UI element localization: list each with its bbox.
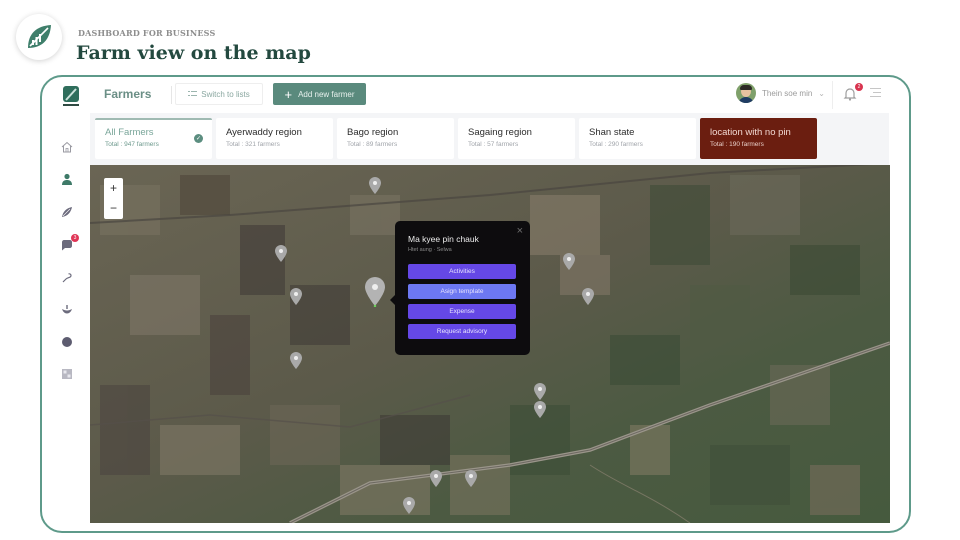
map-pin-icon[interactable] bbox=[429, 469, 443, 488]
sidebar-item-plants[interactable] bbox=[59, 301, 75, 317]
slide-title: Farm view on the map bbox=[76, 42, 311, 64]
plus-icon: + bbox=[284, 86, 293, 102]
user-name: Thein soe min bbox=[762, 88, 813, 98]
farmer-popup: × Ma kyee pin chauk Htet aung · Selwa Ac… bbox=[390, 221, 530, 355]
map-pin-icon[interactable] bbox=[533, 382, 547, 401]
tab-sagaing-region[interactable]: Sagaing region Total : 57 farmers bbox=[458, 118, 575, 159]
tab-name: Sagaing region bbox=[468, 127, 532, 138]
map-pin-icon[interactable] bbox=[289, 287, 303, 306]
map-pin-icon[interactable] bbox=[402, 496, 416, 515]
app-frame: Farmers Switch to lists + Add new farmer… bbox=[40, 75, 911, 533]
check-circle-icon: ✓ bbox=[194, 134, 203, 143]
map-pin-icon[interactable] bbox=[274, 244, 288, 263]
map-pin-icon[interactable] bbox=[464, 469, 478, 488]
avatar bbox=[736, 83, 757, 103]
brand-logo bbox=[16, 14, 62, 60]
sidebar-item-messages[interactable]: 3 bbox=[59, 234, 79, 253]
tab-total: Total : 947 farmers bbox=[105, 141, 159, 148]
close-icon[interactable]: × bbox=[517, 225, 523, 237]
farmer-name: Ma kyee pin chauk bbox=[408, 234, 479, 244]
switch-to-lists-button[interactable]: Switch to lists bbox=[175, 83, 263, 105]
hamburger-menu-icon[interactable] bbox=[870, 88, 881, 100]
map-pin-icon[interactable] bbox=[533, 400, 547, 419]
map-pin-icon[interactable] bbox=[581, 287, 595, 306]
request-advisory-button[interactable]: Request advisory bbox=[408, 324, 516, 339]
expense-button[interactable]: Expense bbox=[408, 304, 516, 319]
leaf-chart-icon bbox=[28, 25, 51, 48]
messages-badge: 3 bbox=[71, 234, 79, 242]
assign-template-button[interactable]: Asign template bbox=[408, 284, 516, 299]
tab-shan-state[interactable]: Shan state Total : 290 farmers bbox=[579, 118, 696, 159]
farmer-subtitle: Htet aung · Selwa bbox=[408, 247, 452, 253]
list-icon bbox=[188, 91, 198, 96]
tab-total: Total : 89 farmers bbox=[347, 141, 398, 148]
tab-bago-region[interactable]: Bago region Total : 89 farmers bbox=[337, 118, 454, 159]
tab-total: Total : 57 farmers bbox=[468, 141, 519, 148]
map-pin-icon[interactable] bbox=[368, 176, 382, 195]
pie-chart-icon bbox=[62, 337, 72, 347]
app-logo-icon bbox=[63, 86, 79, 106]
top-bar: Farmers Switch to lists + Add new farmer… bbox=[90, 77, 909, 113]
tab-all-farmers[interactable]: All Farmers Total : 947 farmers ✓ bbox=[95, 118, 212, 159]
tab-ayerwaddy-region[interactable]: Ayerwaddy region Total : 321 farmers bbox=[216, 118, 333, 159]
user-icon bbox=[62, 173, 72, 185]
slide-eyebrow: DASHBOARD FOR BUSINESS bbox=[78, 28, 216, 38]
divider bbox=[171, 86, 172, 104]
sickle-icon bbox=[62, 273, 72, 283]
map-pin-icon[interactable] bbox=[562, 252, 576, 271]
add-new-farmer-label: Add new farmer bbox=[298, 89, 355, 99]
tab-total: Total : 290 farmers bbox=[589, 141, 643, 148]
tab-name: location with no pin bbox=[710, 127, 791, 138]
sidebar-item-home[interactable] bbox=[59, 139, 75, 155]
tab-location-with-no-pin[interactable]: location with no pin Total : 190 farmers bbox=[700, 118, 817, 159]
chevron-down-icon: ⌄ bbox=[818, 88, 825, 98]
tab-total: Total : 190 farmers bbox=[710, 141, 764, 148]
user-menu[interactable]: Thein soe min ⌄ bbox=[736, 83, 825, 103]
app-logo[interactable] bbox=[60, 85, 82, 109]
divider bbox=[832, 81, 833, 109]
selected-map-pin-icon[interactable] bbox=[364, 276, 386, 307]
activities-button[interactable]: Activities bbox=[408, 264, 516, 279]
map-zoom-control: + − bbox=[104, 178, 123, 219]
sidebar-item-crops[interactable] bbox=[59, 204, 75, 220]
satellite-map[interactable]: + − × Ma kyee pin chauk Htet aung · Selw… bbox=[90, 165, 890, 523]
sidebar-item-tools[interactable] bbox=[59, 270, 75, 286]
region-tabs: All Farmers Total : 947 farmers ✓ Ayerwa… bbox=[90, 113, 889, 165]
sidebar-item-farmers[interactable] bbox=[59, 171, 75, 187]
leaf-icon bbox=[62, 207, 72, 217]
home-icon bbox=[61, 141, 73, 153]
seedling-icon bbox=[62, 305, 72, 314]
zoom-out-button[interactable]: − bbox=[104, 198, 123, 218]
zoom-in-button[interactable]: + bbox=[104, 178, 123, 198]
tab-total: Total : 321 farmers bbox=[226, 141, 280, 148]
tab-name: Shan state bbox=[589, 127, 635, 138]
sidebar-item-reports[interactable] bbox=[59, 334, 75, 350]
page-title: Farmers bbox=[104, 87, 152, 101]
add-new-farmer-button[interactable]: + Add new farmer bbox=[273, 83, 366, 105]
tab-name: All Farmers bbox=[105, 127, 154, 138]
map-pin-icon[interactable] bbox=[289, 351, 303, 370]
qr-code-icon bbox=[62, 369, 72, 379]
sidebar: 3 bbox=[42, 113, 90, 531]
sidebar-item-qr[interactable] bbox=[59, 366, 75, 382]
switch-to-lists-label: Switch to lists bbox=[201, 89, 250, 99]
popup-arrow bbox=[390, 295, 395, 305]
tab-name: Ayerwaddy region bbox=[226, 127, 302, 138]
tab-name: Bago region bbox=[347, 127, 399, 138]
notification-badge: 2 bbox=[855, 83, 863, 91]
